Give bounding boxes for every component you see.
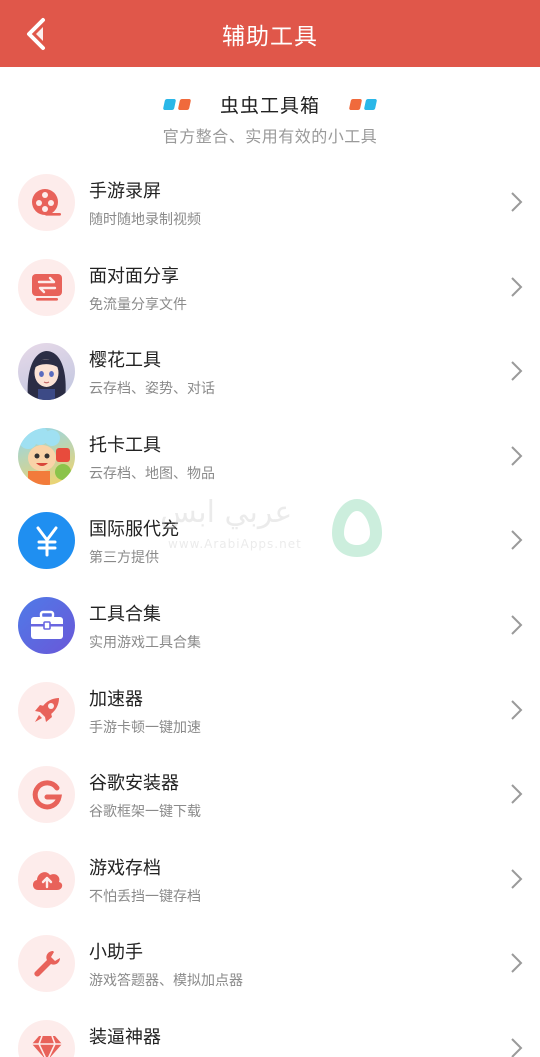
list-item-tool-collection[interactable]: 工具合集 实用游戏工具合集 xyxy=(0,583,540,668)
item-subtitle: 谷歌框架一键下载 xyxy=(89,804,201,821)
transfer-icon xyxy=(18,258,75,316)
list-item-toca-tool[interactable]: 托卡工具 云存档、地图、物品 xyxy=(0,414,540,499)
item-subtitle: 免流量分享文件 xyxy=(89,296,187,313)
item-subtitle: 随时随地录制视频 xyxy=(89,212,201,228)
film-reel-icon xyxy=(18,174,75,231)
list-item-google-installer[interactable]: 谷歌安装器 谷歌框架一键下载 xyxy=(0,752,540,837)
chevron-right-icon xyxy=(511,276,523,297)
diamond-icon xyxy=(18,1019,75,1057)
item-title: 托卡工具 xyxy=(89,434,161,456)
item-title: 国际服代充 xyxy=(89,519,179,541)
list-item-sakura-tool[interactable]: 樱花工具 云存档、姿势、对话 xyxy=(0,329,540,414)
decoration-left-icon xyxy=(162,98,192,110)
list-item-screen-record[interactable]: 手游录屏 随时随地录制视频 xyxy=(0,160,540,245)
chevron-right-icon xyxy=(511,869,523,889)
list-item-game-save[interactable]: 游戏存档 不怕丢挡一键存档 xyxy=(0,837,540,922)
toolbox-banner: 虫虫工具箱 官方整合、实用有效的小工具 xyxy=(0,67,540,157)
google-g-icon xyxy=(18,766,75,824)
chevron-left-icon xyxy=(27,18,45,50)
yen-icon xyxy=(18,512,75,570)
item-subtitle: 云存档、姿势、对话 xyxy=(89,381,215,398)
list-item-assistant[interactable]: 小助手 游戏答题器、模拟加点器 xyxy=(0,921,540,1006)
item-title: 装逼神器 xyxy=(89,1026,161,1048)
item-title: 加速器 xyxy=(89,688,143,710)
chevron-right-icon xyxy=(511,530,523,551)
app-header: 辅助工具 xyxy=(0,0,540,67)
list-item-accelerator[interactable]: 加速器 手游卡顿一键加速 xyxy=(0,668,540,753)
item-title: 手游录屏 xyxy=(89,181,161,202)
item-subtitle: 手游卡顿一键加速 xyxy=(89,719,201,736)
banner-subtitle: 官方整合、实用有效的小工具 xyxy=(162,127,378,146)
item-title: 工具合集 xyxy=(89,603,161,625)
chevron-right-icon xyxy=(511,953,523,974)
rocket-icon xyxy=(18,681,75,739)
item-subtitle: 实用游戏工具合集 xyxy=(89,634,201,651)
tool-list: 手游录屏 随时随地录制视频 面对面分享 免流量分享文件 樱花工具 云存档、姿势、… xyxy=(0,160,540,1057)
chevron-right-icon xyxy=(511,784,523,804)
list-item-face-share[interactable]: 面对面分享 免流量分享文件 xyxy=(0,245,540,330)
chevron-right-icon xyxy=(511,1038,523,1057)
item-subtitle: 游戏答题器、模拟加点器 xyxy=(89,973,243,990)
toolbox-icon xyxy=(18,596,75,654)
list-item-show-off-tool[interactable]: 装逼神器 xyxy=(0,1006,540,1057)
banner-title: 虫虫工具箱 xyxy=(219,94,320,117)
item-title: 小助手 xyxy=(89,942,143,964)
item-title: 樱花工具 xyxy=(89,350,161,372)
chevron-right-icon xyxy=(511,699,523,720)
decoration-right-icon xyxy=(348,98,378,110)
chevron-right-icon xyxy=(511,446,523,466)
chevron-right-icon xyxy=(511,615,523,635)
chevron-right-icon xyxy=(511,361,523,381)
page-title: 辅助工具 xyxy=(222,23,318,50)
item-subtitle: 第三方提供 xyxy=(89,550,159,567)
item-title: 谷歌安装器 xyxy=(89,773,179,795)
item-title: 面对面分享 xyxy=(89,265,179,287)
cloud-upload-icon xyxy=(18,850,75,908)
toca-avatar-icon xyxy=(18,427,75,485)
list-item-intl-recharge[interactable]: 国际服代充 第三方提供 xyxy=(0,498,540,583)
item-subtitle: 不怕丢挡一键存档 xyxy=(89,888,201,905)
item-subtitle: 云存档、地图、物品 xyxy=(89,465,215,482)
wrench-icon xyxy=(18,935,75,993)
anime-avatar-icon xyxy=(18,343,75,401)
back-button[interactable] xyxy=(18,14,54,54)
item-title: 游戏存档 xyxy=(89,857,161,879)
chevron-right-icon xyxy=(511,192,523,212)
